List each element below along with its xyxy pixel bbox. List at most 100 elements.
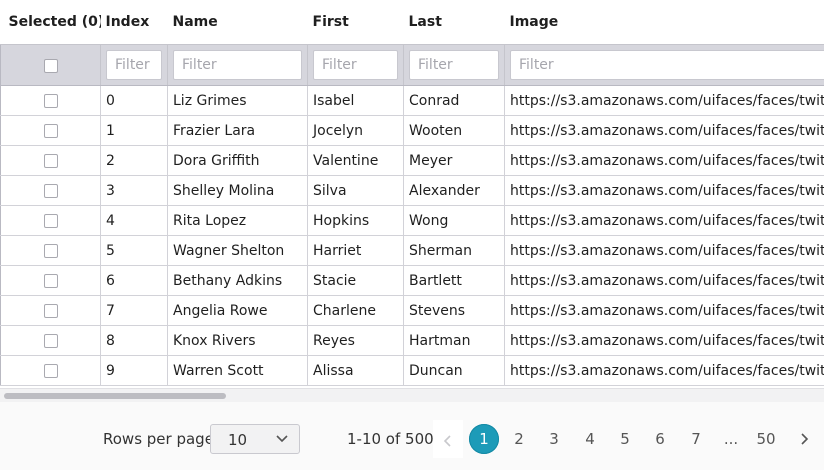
page-button[interactable]: 3 bbox=[539, 424, 569, 454]
filter-cell-name bbox=[167, 44, 308, 86]
table-row[interactable]: 7 Angelia Rowe Charlene Stevens https://s3.a… bbox=[0, 295, 824, 326]
row-checkbox[interactable] bbox=[43, 123, 58, 138]
cell-last: Conrad bbox=[403, 85, 505, 116]
row-checkbox[interactable] bbox=[43, 363, 58, 378]
row-select-cell bbox=[0, 205, 101, 236]
cell-index: 5 bbox=[100, 235, 168, 266]
cell-first: Stacie bbox=[307, 265, 404, 296]
filter-input-image[interactable] bbox=[510, 50, 824, 80]
page-button[interactable]: 6 bbox=[645, 424, 675, 454]
cell-index: 8 bbox=[100, 325, 168, 356]
table-row[interactable]: 8 Knox Rivers Reyes Hartman https://s3.amazo… bbox=[0, 325, 824, 356]
table-row[interactable]: 9 Warren Scott Alissa Duncan https://s3.amaz… bbox=[0, 355, 824, 386]
chevron-right-icon bbox=[801, 433, 809, 445]
row-checkbox[interactable] bbox=[43, 153, 58, 168]
page-button[interactable]: 5 bbox=[610, 424, 640, 454]
cell-last: Wong bbox=[403, 205, 505, 236]
cell-first: Reyes bbox=[307, 325, 404, 356]
table-row[interactable]: 1 Frazier Lara Jocelyn Wooten https://s3.ama… bbox=[0, 115, 824, 146]
table-row[interactable]: 0 Liz Grimes Isabel Conrad https://s3.amazon… bbox=[0, 85, 824, 116]
filter-cell-index bbox=[100, 44, 168, 86]
row-checkbox[interactable] bbox=[43, 273, 58, 288]
next-page-button[interactable] bbox=[790, 424, 818, 454]
page-button[interactable]: 1 bbox=[469, 424, 499, 454]
rows-per-page-select[interactable]: 10 bbox=[210, 424, 300, 454]
table-row[interactable]: 3 Shelley Molina Silva Alexander https://s3.… bbox=[0, 175, 824, 206]
table-row[interactable]: 4 Rita Lopez Hopkins Wong https://s3.amazona… bbox=[0, 205, 824, 236]
column-header-name[interactable]: Name bbox=[167, 0, 308, 45]
cell-image: https://s3.amazonaws.com/uifaces/faces/t… bbox=[504, 295, 824, 326]
cell-image: https://s3.amazonaws.com/uifaces/faces/t… bbox=[504, 85, 824, 116]
cell-name: Shelley Molina bbox=[167, 175, 308, 206]
chevron-left-icon bbox=[443, 435, 451, 447]
cell-image: https://s3.amazonaws.com/uifaces/faces/t… bbox=[504, 265, 824, 296]
cell-last: Duncan bbox=[403, 355, 505, 386]
cell-image: https://s3.amazonaws.com/uifaces/faces/t… bbox=[504, 145, 824, 176]
cell-last: Stevens bbox=[403, 295, 505, 326]
horizontal-scrollbar[interactable] bbox=[0, 388, 824, 403]
page-button[interactable]: 7 bbox=[681, 424, 711, 454]
row-checkbox[interactable] bbox=[43, 213, 58, 228]
page-button[interactable]: 50 bbox=[751, 424, 781, 454]
cell-last: Alexander bbox=[403, 175, 505, 206]
cell-name: Warren Scott bbox=[167, 355, 308, 386]
cell-first: Hopkins bbox=[307, 205, 404, 236]
cell-image: https://s3.amazonaws.com/uifaces/faces/t… bbox=[504, 205, 824, 236]
cell-last: Wooten bbox=[403, 115, 505, 146]
filter-row bbox=[0, 44, 824, 86]
row-select-cell bbox=[0, 115, 101, 146]
table-row[interactable]: 5 Wagner Shelton Harriet Sherman https://s3.… bbox=[0, 235, 824, 266]
column-header-selected[interactable]: Selected (0) bbox=[0, 0, 101, 45]
cell-image: https://s3.amazonaws.com/uifaces/faces/t… bbox=[504, 175, 824, 206]
cell-index: 3 bbox=[100, 175, 168, 206]
row-checkbox[interactable] bbox=[43, 183, 58, 198]
previous-page-button[interactable] bbox=[433, 420, 463, 458]
filter-cell-image bbox=[504, 44, 824, 86]
filter-input-last[interactable] bbox=[409, 50, 499, 80]
cell-first: Harriet bbox=[307, 235, 404, 266]
row-select-cell bbox=[0, 85, 101, 116]
page-ellipsis: ... bbox=[723, 430, 739, 448]
row-select-cell bbox=[0, 265, 101, 296]
cell-first: Charlene bbox=[307, 295, 404, 326]
data-grid: Selected (0) Index Name First Last Image… bbox=[0, 0, 824, 388]
scrollbar-thumb[interactable] bbox=[4, 393, 226, 399]
row-select-cell bbox=[0, 355, 101, 386]
filter-cell-last bbox=[403, 44, 505, 86]
table-row[interactable]: 2 Dora Griffith Valentine Meyer https://s3.a… bbox=[0, 145, 824, 176]
cell-first: Silva bbox=[307, 175, 404, 206]
column-header-image[interactable]: Image bbox=[504, 0, 824, 45]
row-checkbox[interactable] bbox=[43, 333, 58, 348]
cell-name: Angelia Rowe bbox=[167, 295, 308, 326]
row-select-cell bbox=[0, 295, 101, 326]
cell-index: 4 bbox=[100, 205, 168, 236]
row-checkbox[interactable] bbox=[43, 93, 58, 108]
chevron-down-icon bbox=[276, 435, 288, 443]
cell-last: Bartlett bbox=[403, 265, 505, 296]
row-checkbox[interactable] bbox=[43, 243, 58, 258]
cell-last: Sherman bbox=[403, 235, 505, 266]
data-table: Selected (0) Index Name First Last Image… bbox=[0, 0, 824, 386]
header-row: Selected (0) Index Name First Last Image bbox=[0, 0, 824, 45]
select-all-checkbox[interactable] bbox=[43, 59, 58, 73]
page-button[interactable]: 2 bbox=[504, 424, 534, 454]
cell-name: Bethany Adkins bbox=[167, 265, 308, 296]
cell-first: Jocelyn bbox=[307, 115, 404, 146]
cell-index: 0 bbox=[100, 85, 168, 116]
cell-image: https://s3.amazonaws.com/uifaces/faces/t… bbox=[504, 235, 824, 266]
cell-index: 2 bbox=[100, 145, 168, 176]
cell-name: Wagner Shelton bbox=[167, 235, 308, 266]
rows-per-page-value: 10 bbox=[228, 431, 248, 449]
filter-input-index[interactable] bbox=[106, 50, 162, 80]
cell-first: Isabel bbox=[307, 85, 404, 116]
column-header-first[interactable]: First bbox=[307, 0, 404, 45]
column-header-last[interactable]: Last bbox=[403, 0, 505, 45]
rows-per-page-label: Rows per page bbox=[103, 430, 214, 448]
table-row[interactable]: 6 Bethany Adkins Stacie Bartlett https://s3.… bbox=[0, 265, 824, 296]
column-header-index[interactable]: Index bbox=[100, 0, 168, 45]
row-checkbox[interactable] bbox=[43, 303, 58, 318]
cell-first: Alissa bbox=[307, 355, 404, 386]
filter-input-first[interactable] bbox=[313, 50, 398, 80]
page-button[interactable]: 4 bbox=[575, 424, 605, 454]
filter-input-name[interactable] bbox=[173, 50, 302, 80]
